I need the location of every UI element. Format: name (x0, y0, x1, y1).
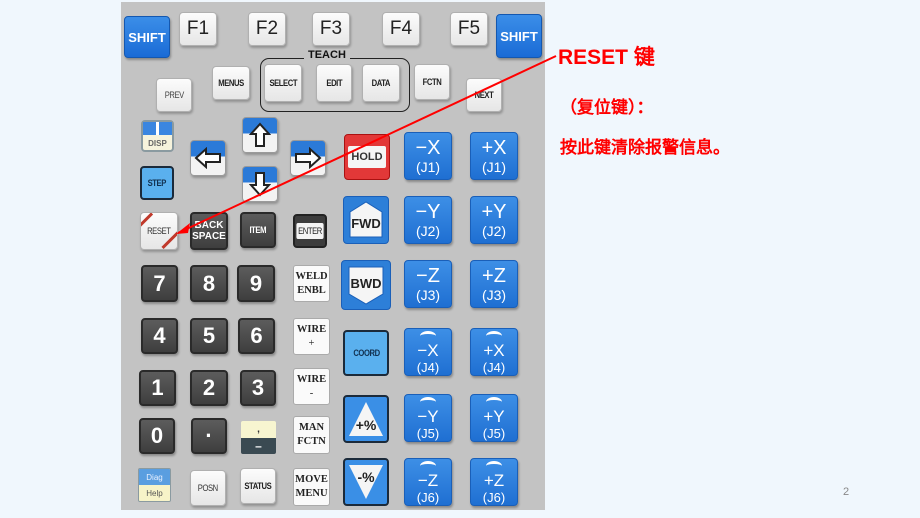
annotation-description: 按此键清除报警信息。 (560, 138, 730, 158)
annotation-subtitle: （复位键）： (560, 98, 654, 118)
pointer-arrowhead-icon (176, 223, 190, 234)
pointer-line (177, 55, 557, 234)
slide-number: 2 (843, 486, 850, 498)
annotation-title: RESET 键 (558, 46, 655, 69)
annotation-overlay (176, 55, 557, 234)
